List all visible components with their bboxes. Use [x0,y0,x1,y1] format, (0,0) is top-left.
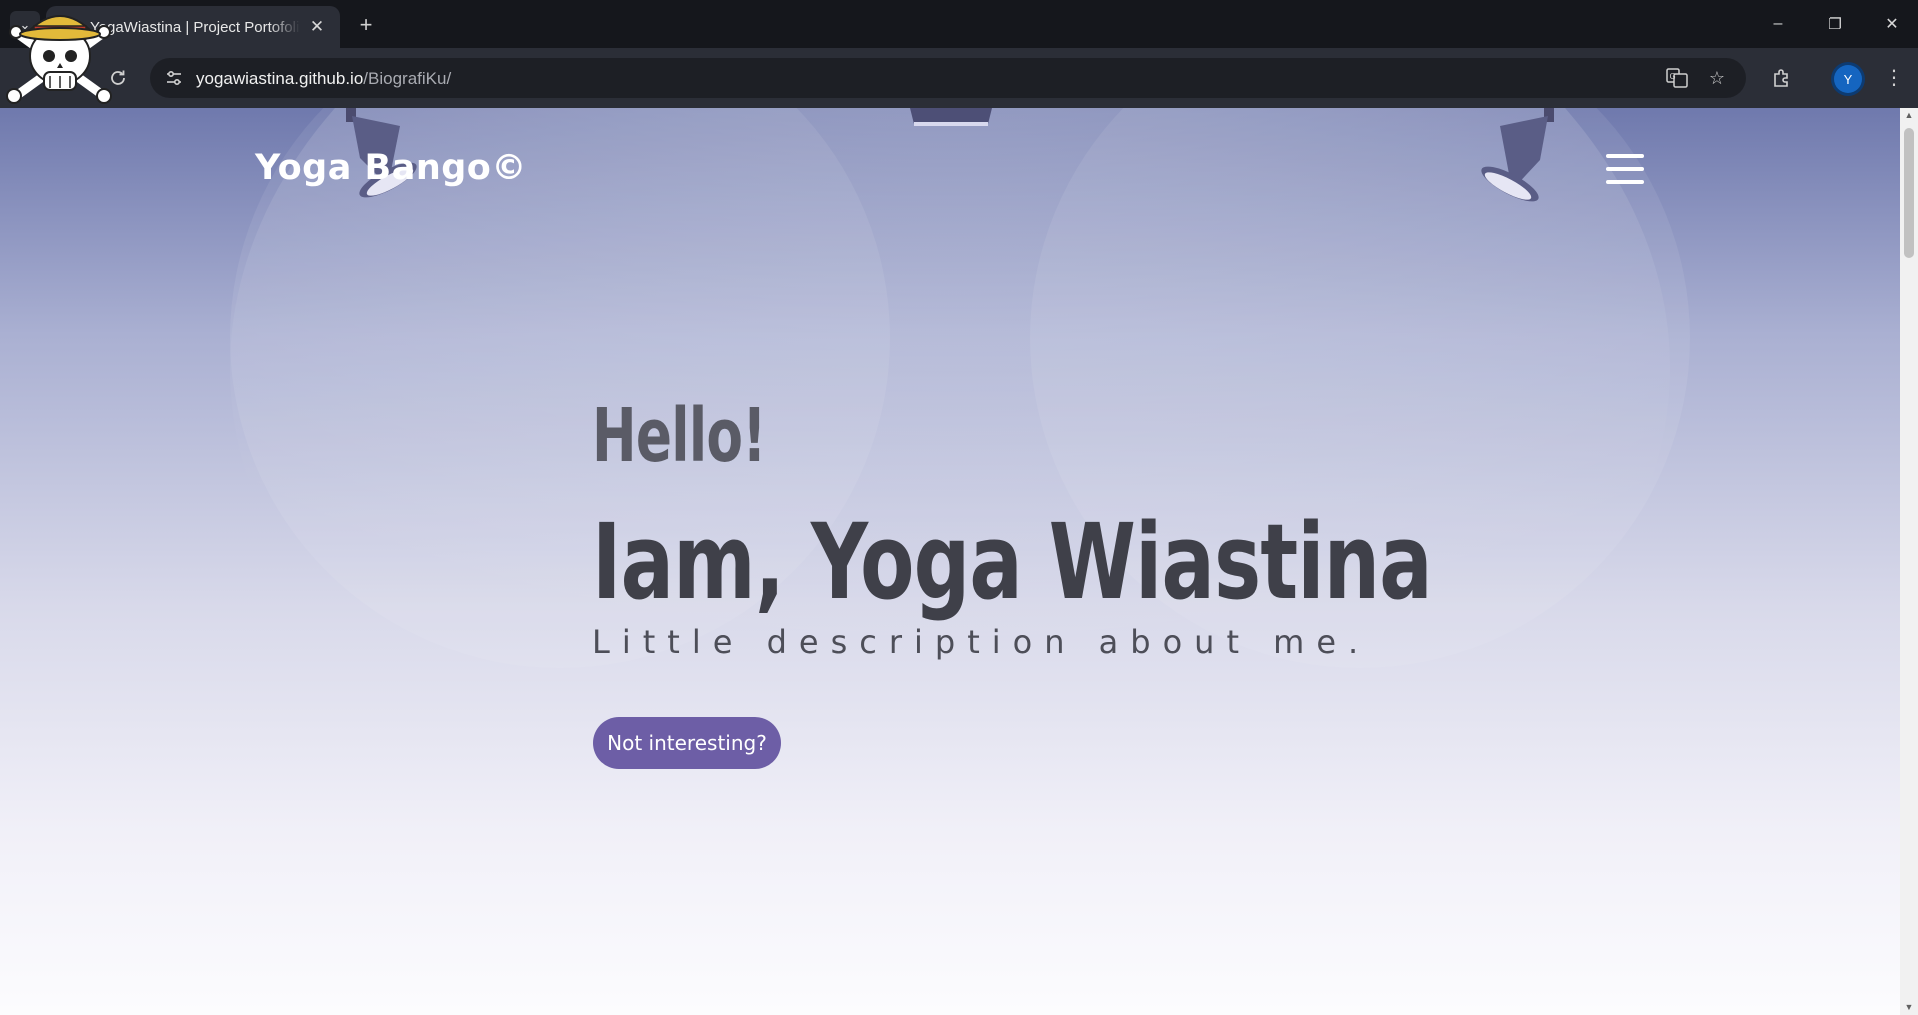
url-text[interactable]: yogawiastina.github.io/BiografiKu/ [196,69,451,89]
minimize-button[interactable]: – [1754,8,1802,40]
right-spotlight-icon [1481,108,1554,202]
svg-text:G: G [1670,72,1676,81]
address-bar[interactable]: yogawiastina.github.io/BiografiKu/ G ☆ [150,58,1746,98]
page-viewport: Yoga Bango© Hello! Iam, Yoga Wiastina Li… [0,108,1900,1015]
url-path: /BiografiKu/ [363,69,452,88]
bookmark-button[interactable]: ☆ [1706,67,1728,89]
page-scrollbar[interactable]: ▲ ▼ [1900,108,1918,1015]
hamburger-menu-button[interactable] [1606,154,1644,184]
menu-line-icon [1606,154,1644,158]
translate-icon: G [1666,68,1688,88]
tab-close-button[interactable]: ✕ [306,16,328,38]
tab-title: YogaWiastina | Project Portofolio [90,18,300,36]
profile-avatar[interactable]: Y [1834,65,1862,93]
url-host: yogawiastina.github.io [196,69,364,88]
center-spotlight-icon [910,108,992,126]
tab-strip: ⌄ YogaWiastina | Project Portofolio ✕ + … [0,0,1918,48]
scroll-down-arrow-icon[interactable]: ▼ [1904,1002,1914,1012]
menu-line-icon [1606,167,1644,171]
browser-menu-button[interactable]: ⋮ [1878,62,1910,94]
site-info-button[interactable] [160,64,188,92]
hero-description: Little description about me. [592,623,1371,661]
extensions-button[interactable] [1766,62,1798,94]
site-logo[interactable]: Yoga Bango© [255,148,527,188]
more-menu-icon: ⋮ [1884,67,1904,89]
browser-toolbar: yogawiastina.github.io/BiografiKu/ G ☆ Y… [0,48,1918,108]
extensions-icon [1774,69,1788,87]
hero-name-heading: Iam, Yoga Wiastina [592,501,1433,623]
restore-button[interactable]: ❐ [1811,8,1859,40]
bookmark-star-icon: ☆ [1708,67,1726,88]
menu-line-icon [1606,180,1644,184]
hero-greeting: Hello! [592,393,767,479]
jolly-roger-icon [6,15,112,104]
site-info-icon [167,70,181,86]
window-close-button[interactable]: ✕ [1868,8,1916,40]
translate-button[interactable]: G [1666,67,1688,89]
new-tab-button[interactable]: + [352,11,380,39]
not-interesting-button[interactable]: Not interesting? [593,717,781,769]
scroll-thumb[interactable] [1904,128,1914,258]
scroll-up-arrow-icon[interactable]: ▲ [1904,110,1914,120]
